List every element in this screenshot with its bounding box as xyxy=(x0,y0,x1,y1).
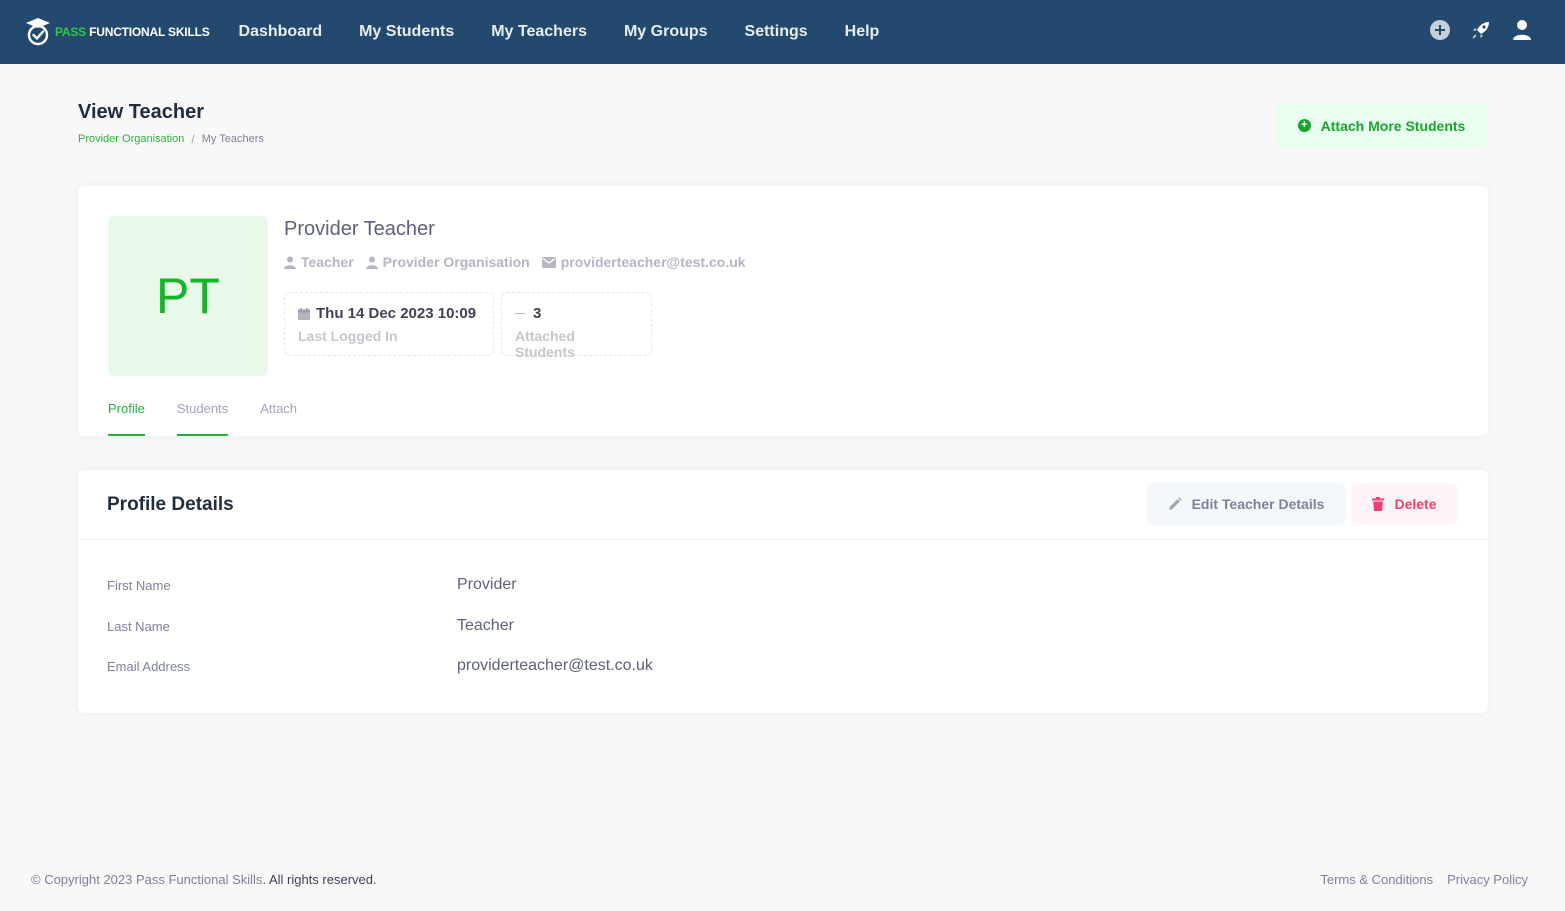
breadcrumb-link-provider-organisation[interactable]: Provider Organisation xyxy=(78,133,184,145)
footer-brand-link[interactable]: Pass Functional Skills xyxy=(136,872,262,887)
dash-icon xyxy=(515,312,525,315)
teacher-summary-card: PT Provider Teacher Teacher Provider Org… xyxy=(78,186,1488,436)
nav-my-students[interactable]: My Students xyxy=(359,23,454,41)
brand-logo[interactable]: PASS FUNCTIONAL SKILLS xyxy=(25,0,210,64)
plus-circle-icon: + xyxy=(1297,119,1311,132)
trash-icon xyxy=(1372,497,1385,511)
nav-my-teachers[interactable]: My Teachers xyxy=(491,23,587,41)
delete-button[interactable]: Delete xyxy=(1351,483,1458,525)
main-nav: Dashboard My Students My Teachers My Gro… xyxy=(239,23,917,41)
profile-details-card: Profile Details Edit Teacher Details Del… xyxy=(78,470,1488,713)
nav-my-groups[interactable]: My Groups xyxy=(624,23,708,41)
user-icon xyxy=(365,256,378,269)
stat-last-logged-in: Thu 14 Dec 2023 10:09 Last Logged In xyxy=(284,292,494,356)
teacher-name: Provider Teacher xyxy=(284,218,435,240)
detail-row-last-name: Last Name Teacher xyxy=(107,617,514,635)
meta-email: providerteacher@test.co.uk xyxy=(541,254,746,270)
meta-organisation-text: Provider Organisation xyxy=(382,254,530,270)
edit-teacher-details-button[interactable]: Edit Teacher Details xyxy=(1146,483,1346,525)
nav-help[interactable]: Help xyxy=(845,23,880,41)
graduation-check-icon xyxy=(26,18,50,46)
email-address-value: providerteacher@test.co.uk xyxy=(457,657,653,674)
envelope-icon xyxy=(541,256,556,268)
detail-row-email: Email Address providerteacher@test.co.uk xyxy=(107,657,653,675)
tab-students[interactable]: Students xyxy=(176,401,229,436)
email-address-label: Email Address xyxy=(107,658,191,674)
avatar: PT xyxy=(108,216,268,376)
delete-label: Delete xyxy=(1394,496,1437,512)
last-name-value: Teacher xyxy=(457,617,514,634)
last-name-label: Last Name xyxy=(107,618,170,634)
divider xyxy=(78,539,1488,540)
teacher-meta: Teacher Provider Organisation providerte… xyxy=(284,254,758,270)
footer-terms-link[interactable]: Terms & Conditions xyxy=(1320,872,1433,887)
user-profile-icon[interactable] xyxy=(1511,19,1533,41)
attach-more-students-label: Attach More Students xyxy=(1320,117,1466,134)
add-circle-icon[interactable] xyxy=(1429,19,1451,41)
footer-links: Terms & Conditions Privacy Policy xyxy=(1306,872,1528,887)
stat-attached-students: 3 Attached Students xyxy=(501,292,652,360)
nav-dashboard[interactable]: Dashboard xyxy=(239,23,323,41)
meta-role-text: Teacher xyxy=(301,254,354,270)
brand-name: PASS FUNCTIONAL SKILLS xyxy=(55,25,210,39)
nav-settings[interactable]: Settings xyxy=(745,23,808,41)
top-icons xyxy=(1410,19,1533,41)
rocket-icon[interactable] xyxy=(1470,19,1492,41)
breadcrumb-separator: / xyxy=(191,132,195,146)
first-name-label: First Name xyxy=(107,577,171,593)
breadcrumb-current: My Teachers xyxy=(201,133,264,145)
last-logged-in-value: Thu 14 Dec 2023 10:09 xyxy=(316,305,477,322)
attach-more-students-button[interactable]: + Attach More Students xyxy=(1275,104,1488,147)
meta-organisation: Provider Organisation xyxy=(365,254,530,270)
tab-profile[interactable]: Profile xyxy=(108,401,145,436)
meta-email-text: providerteacher@test.co.uk xyxy=(560,254,746,270)
pencil-icon xyxy=(1168,497,1182,510)
footer-copyright: © Copyright 2023 Pass Functional Skills.… xyxy=(31,872,377,887)
tab-attach[interactable]: Attach xyxy=(260,401,297,436)
first-name-value: Provider xyxy=(457,576,517,593)
meta-role: Teacher xyxy=(284,254,354,270)
calendar-icon xyxy=(298,307,310,320)
top-navbar: PASS FUNCTIONAL SKILLS Dashboard My Stud… xyxy=(0,0,1565,64)
profile-details-title: Profile Details xyxy=(107,494,234,515)
teacher-tabs: Profile Students Attach xyxy=(108,401,329,436)
breadcrumb: Provider Organisation / My Teachers xyxy=(78,132,264,146)
last-logged-in-label: Last Logged In xyxy=(298,328,398,344)
footer-privacy-link[interactable]: Privacy Policy xyxy=(1447,872,1528,887)
user-icon xyxy=(284,256,296,269)
detail-row-first-name: First Name Provider xyxy=(107,576,517,594)
attached-students-label: Attached Students xyxy=(515,328,575,360)
attached-students-value: 3 xyxy=(533,305,542,322)
edit-teacher-details-label: Edit Teacher Details xyxy=(1191,496,1325,512)
page-title: View Teacher xyxy=(78,101,204,123)
